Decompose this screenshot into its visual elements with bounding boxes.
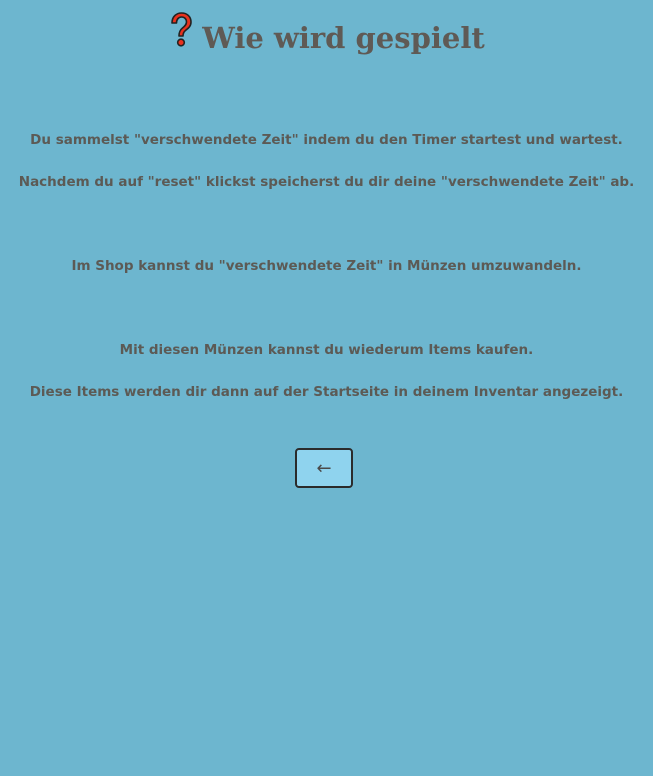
back-button[interactable]: ← — [295, 448, 353, 488]
question-mark-icon — [168, 12, 194, 60]
instruction-text: Du sammelst "verschwendete Zeit" indem d… — [30, 132, 623, 148]
instruction-text: Mit diesen Münzen kannst du wiederum Ite… — [119, 342, 534, 358]
instruction-text: Diese Items werden dir dann auf der Star… — [29, 384, 624, 400]
instruction-text: Nachdem du auf "reset" klickst speichers… — [18, 174, 635, 190]
page-title-text: Wie wird gespielt — [202, 21, 485, 55]
page-title: Wie wird gespielt — [0, 12, 653, 64]
back-arrow-icon: ← — [316, 457, 332, 479]
instruction-text: Im Shop kannst du "verschwendete Zeit" i… — [71, 258, 582, 274]
